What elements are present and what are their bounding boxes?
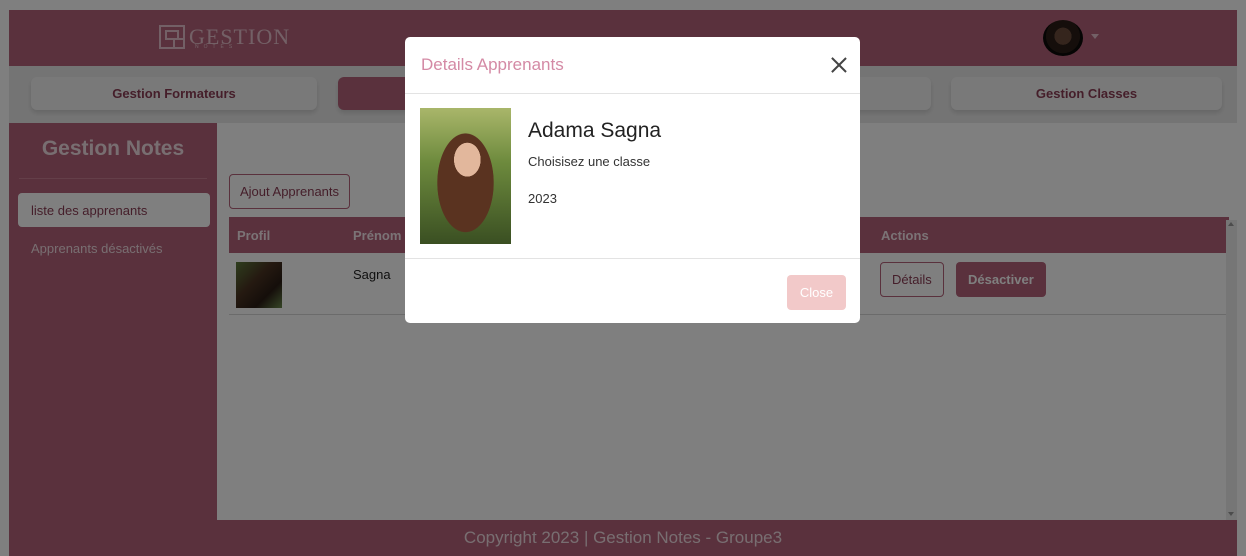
apprenant-photo bbox=[420, 108, 511, 244]
details-modal: Details Apprenants Adama Sagna Choisisez… bbox=[405, 37, 860, 323]
apprenant-class: Choisisez une classe bbox=[528, 154, 651, 169]
modal-title: Details Apprenants bbox=[421, 55, 564, 74]
close-button[interactable]: Close bbox=[787, 275, 846, 310]
modal-header: Details Apprenants bbox=[405, 37, 860, 94]
close-icon[interactable] bbox=[829, 55, 849, 75]
modal-footer: Close bbox=[405, 258, 860, 323]
apprenant-name: Adama Sagna bbox=[528, 119, 662, 142]
apprenant-year: 2023 bbox=[528, 191, 557, 206]
